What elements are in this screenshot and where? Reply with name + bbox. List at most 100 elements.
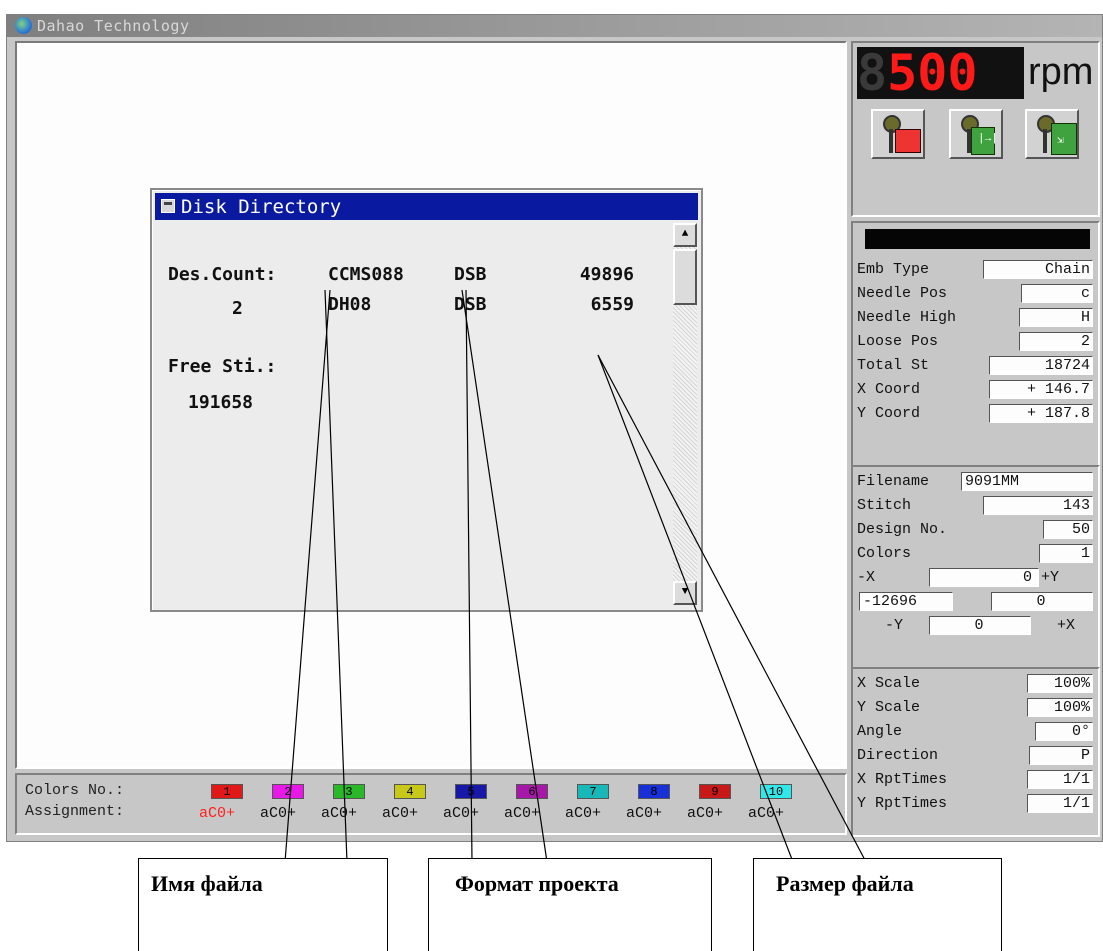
filename-field: 9091MM [961,472,1093,491]
loose-pos-label: Loose Pos [857,333,939,350]
y-scale-label: Y Scale [857,699,921,716]
design-no-label: Design No. [857,521,948,538]
x-coord-field: + 146.7 [989,380,1093,399]
x-scale-label: X Scale [857,675,921,692]
speed-unit: rpm [1028,51,1094,93]
total-st-label: Total St [857,357,930,374]
y-rpt-label: Y RptTimes [857,795,948,812]
des-count-label: Des.Count: [168,264,277,285]
free-stitch-label: Free Sti.: [168,356,277,377]
plus-y-value-field: 0 [991,592,1093,611]
color-assignment[interactable]: aC0+ [565,805,601,822]
speed-panel: 8500 rpm |→| ⇲ [851,41,1100,217]
file-name: DH08 [328,294,372,315]
y-coord-label: Y Coord [857,405,921,422]
arrow-down-icon: ▼ [681,586,689,598]
minus-x-field: 0 [929,568,1039,587]
minus-y-label: -Y [885,617,904,634]
color-swatch[interactable]: 10 [760,784,792,799]
color-assignment[interactable]: aC0+ [748,805,784,822]
file-name: CCMS088 [328,264,404,285]
color-swatch[interactable]: 1 [211,784,243,799]
loose-pos-field: 2 [1019,332,1093,351]
needle-high-field: H [1019,308,1093,327]
frame-move-tool-button[interactable]: ⇲ [1025,109,1079,159]
free-stitch-value: 191658 [188,392,254,413]
dialog-title: Disk Directory [181,196,342,218]
color-swatch[interactable]: 3 [333,784,365,799]
color-assignment[interactable]: aC0+ [687,805,723,822]
y-rpt-field: 1/1 [1027,794,1093,813]
color-swatch[interactable]: 2 [272,784,304,799]
color-swatch[interactable]: 8 [638,784,670,799]
file-size: 6559 [590,294,634,315]
stitch-label: Stitch [857,497,912,514]
color-assignment-bar: Colors No.: Assignment: 1 2 3 4 5 6 7 8 9 10 aC0+… [15,773,847,835]
color-swatch[interactable]: 5 [455,784,487,799]
color-assignment[interactable]: aC0+ [321,805,357,822]
emb-type-field: Chain [983,260,1093,279]
file-size: 49896 [579,264,634,285]
callout-project-format: Формат проекта [428,858,712,951]
status-message-bar [865,229,1090,249]
minus-y-bottom-field: 0 [929,616,1031,635]
dialog-title-bar: Disk Directory [155,193,698,220]
emb-type-label: Emb Type [857,261,930,278]
x-coord-label: X Coord [857,381,921,398]
filename-label: Filename [857,473,930,490]
app-globe-icon [15,17,32,34]
color-assignment[interactable]: aC0+ [504,805,540,822]
right-panel: 8500 rpm |→| ⇲ Emb Type Chain Needle Pos c… [851,41,1100,837]
file-format: DSB [454,264,487,285]
dialog-scrollbar[interactable]: ▲ ▼ [673,223,697,605]
scroll-thumb[interactable] [673,249,697,305]
title-bar: Dahao Technology [7,15,1102,37]
direction-label: Direction [857,747,939,764]
color-swatch[interactable]: 9 [699,784,731,799]
plus-x-label: +X [1057,617,1076,634]
color-swatch[interactable]: 6 [516,784,548,799]
color-assignment[interactable]: aC0+ [443,805,479,822]
scroll-down-button[interactable]: ▼ [673,581,697,605]
assignment-label: Assignment: [25,803,125,820]
angle-label: Angle [857,723,903,740]
x-rpt-field: 1/1 [1027,770,1093,789]
minus-y-value-field: -12696 [859,592,953,611]
machine-status-panel: Emb Type Chain Needle Pos c Needle High H L… [851,221,1100,467]
scale-panel: X Scale 100% Y Scale 100% Angle 0° Directio… [851,667,1100,837]
file-format: DSB [454,294,487,315]
frame-tool-button[interactable]: |→| [949,109,1003,159]
total-st-field: 18724 [989,356,1093,375]
minus-x-label: -X [857,569,876,586]
color-swatch[interactable]: 4 [394,784,426,799]
disk-icon [161,199,175,213]
x-rpt-label: X RptTimes [857,771,948,788]
needle-pos-field: c [1021,284,1093,303]
y-scale-field: 100% [1027,698,1093,717]
x-scale-field: 100% [1027,674,1093,693]
disk-directory-dialog: Disk Directory Des.Count: 2 Free Sti.: 1… [150,188,703,612]
color-assignment[interactable]: aC0+ [260,805,296,822]
colors-field: 1 [1039,544,1093,563]
color-assignment[interactable]: aC0+ [199,805,235,822]
design-no-field: 50 [1043,520,1093,539]
color-assignment[interactable]: aC0+ [626,805,662,822]
design-info-panel: Filename 9091MM Stitch 143 Design No. 50 Co… [851,465,1100,669]
color-assignment[interactable]: aC0+ [382,805,418,822]
stitch-field: 143 [983,496,1093,515]
direction-field: P [1029,746,1093,765]
arrow-up-icon: ▲ [681,228,689,240]
needle-high-label: Needle High [857,309,957,326]
needle-pos-label: Needle Pos [857,285,948,302]
y-coord-field: + 187.8 [989,404,1093,423]
colors-no-label: Colors No.: [25,782,125,799]
color-swatch[interactable]: 7 [577,784,609,799]
des-count-value: 2 [232,298,243,319]
speed-display: 8500 [857,47,1024,99]
callout-file-name: Имя файла [138,858,388,951]
window-title: Dahao Technology [37,17,190,35]
scroll-up-button[interactable]: ▲ [673,223,697,247]
dialog-body: Des.Count: 2 Free Sti.: 191658 CCMS088 D… [158,222,674,602]
plus-y-label: +Y [1041,569,1060,586]
stop-tool-button[interactable] [871,109,925,159]
